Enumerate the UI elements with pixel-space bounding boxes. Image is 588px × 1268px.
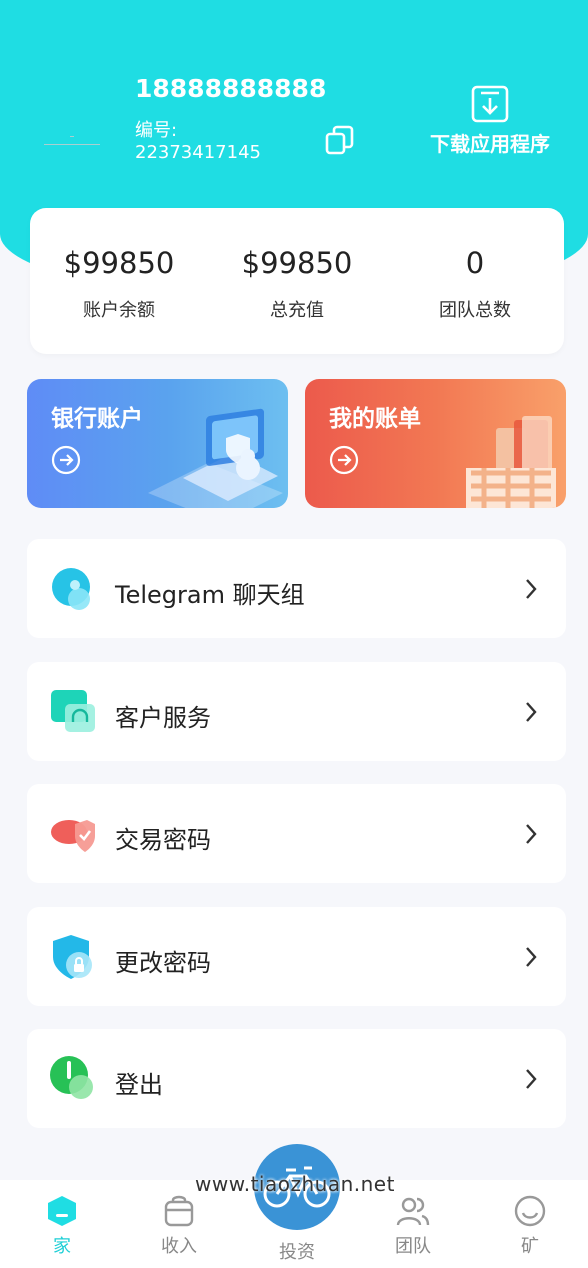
stat-value: $99850 — [241, 246, 353, 280]
home-icon — [48, 1196, 76, 1226]
download-app-button[interactable]: 下载应用程序 — [420, 84, 560, 156]
menu-label: 交易密码 — [115, 826, 211, 854]
tab-label: 团队 — [395, 1236, 431, 1257]
menu-item-customer-service[interactable]: 客户服务 — [27, 662, 566, 761]
chevron-right-icon — [526, 824, 537, 844]
user-id-label: 编号: — [135, 120, 178, 141]
tab-mine[interactable]: 矿 — [471, 1180, 588, 1268]
chevron-right-icon — [526, 947, 537, 967]
menu-item-change-password[interactable]: 更改密码 — [27, 907, 566, 1006]
menu-item-telegram[interactable]: Telegram 聊天组 — [27, 539, 566, 638]
tab-label: 矿 — [521, 1236, 539, 1257]
stat-value: 0 — [465, 246, 485, 280]
stat-team-total: 0 团队总数 — [386, 208, 564, 354]
avatar[interactable] — [38, 122, 108, 162]
stat-label: 账户余额 — [83, 300, 155, 321]
download-icon — [471, 85, 509, 123]
arrow-right-circle-icon — [329, 445, 359, 475]
stat-label: 团队总数 — [439, 300, 511, 321]
users-icon — [396, 1197, 430, 1226]
stats-panel: $99850 账户余额 $99850 总充值 0 团队总数 — [30, 208, 564, 354]
copy-icon[interactable] — [324, 124, 356, 156]
bank-account-card[interactable]: 银行账户 — [27, 379, 288, 508]
tab-label: 家 — [53, 1236, 71, 1257]
user-id-value: 22373417145 — [135, 142, 261, 163]
tab-label: 收入 — [161, 1236, 197, 1257]
power-icon — [50, 1056, 93, 1099]
menu-label: 更改密码 — [115, 949, 211, 977]
stat-recharge: $99850 总充值 — [208, 208, 386, 354]
bank-account-title: 银行账户 — [51, 406, 143, 432]
menu-item-logout[interactable]: 登出 — [27, 1029, 566, 1128]
menu-label: 客户服务 — [115, 704, 211, 732]
stat-label: 总充值 — [270, 300, 324, 321]
tab-home[interactable]: 家 — [3, 1180, 121, 1268]
menu-label: Telegram 聊天组 — [115, 581, 305, 609]
menu-item-trade-password[interactable]: 交易密码 — [27, 784, 566, 883]
invest-tab-label: 投资 — [279, 1242, 315, 1263]
shield-lock-icon — [53, 935, 92, 979]
chevron-right-icon — [526, 579, 537, 599]
download-app-label: 下载应用程序 — [430, 132, 550, 156]
smile-icon — [514, 1195, 546, 1227]
stat-balance: $99850 账户余额 — [30, 208, 208, 354]
shield-check-icon — [51, 820, 95, 852]
arrow-right-circle-icon — [51, 445, 81, 475]
bank-illustration-icon — [148, 408, 283, 508]
stat-value: $99850 — [63, 246, 175, 280]
menu-label: 登出 — [115, 1071, 163, 1099]
chevron-right-icon — [526, 1069, 537, 1089]
bill-illustration-icon — [466, 416, 556, 508]
watermark-text: www.tiaozhuan.net — [195, 1172, 395, 1196]
chat-bubble-icon — [52, 568, 90, 610]
phone-number: 18888888888 — [135, 74, 327, 103]
headset-icon — [51, 690, 95, 732]
my-bill-title: 我的账单 — [329, 406, 421, 432]
bag-icon — [164, 1195, 194, 1227]
chevron-right-icon — [526, 702, 537, 722]
my-bill-card[interactable]: 我的账单 — [305, 379, 566, 508]
